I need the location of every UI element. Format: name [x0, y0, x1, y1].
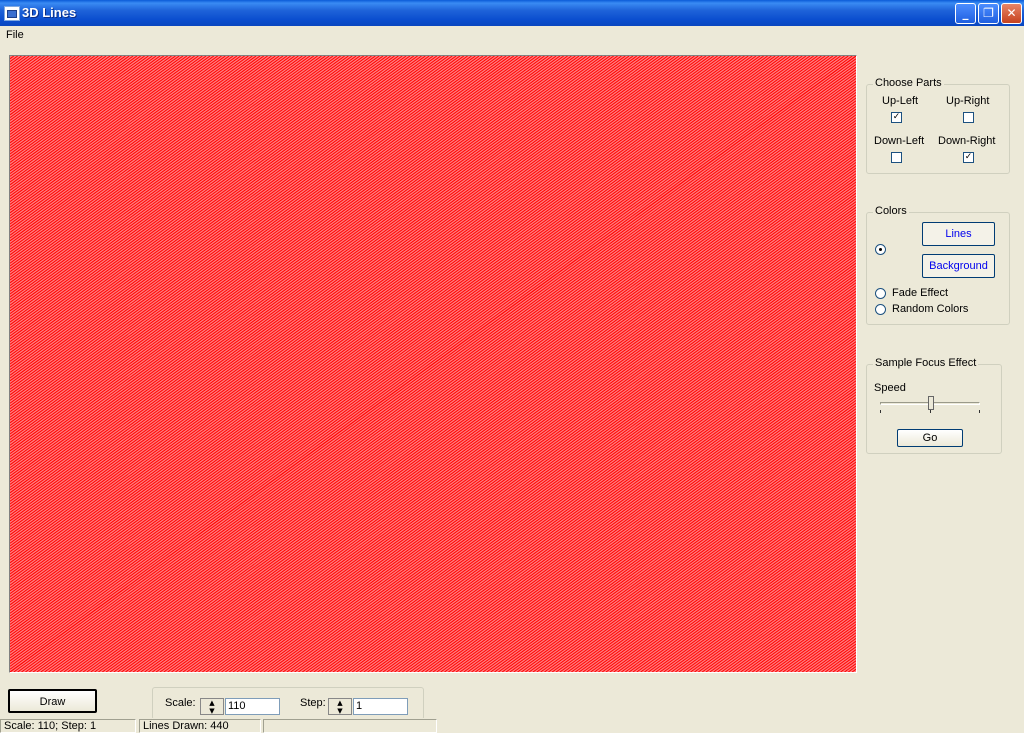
down-right-label: Down-Right	[938, 135, 996, 147]
status-lines-drawn: Lines Drawn: 440	[139, 719, 261, 733]
step-spinner[interactable]: ▲ ▼	[328, 698, 352, 715]
draw-button[interactable]: Draw	[8, 689, 97, 713]
close-icon: ✕	[1006, 6, 1017, 20]
scale-label: Scale:	[165, 697, 196, 709]
scale-spinner[interactable]: ▲ ▼	[200, 698, 224, 715]
menu-file[interactable]: File	[6, 29, 24, 41]
custom-colors-radio[interactable]	[875, 244, 886, 255]
status-scale-step: Scale: 110; Step: 1	[0, 719, 136, 733]
slider-tick	[930, 410, 931, 413]
colors-title: Colors	[873, 205, 909, 217]
down-left-checkbox[interactable]	[891, 152, 902, 163]
down-right-checkbox[interactable]: ✓	[963, 152, 974, 163]
slider-tick	[880, 410, 881, 413]
choose-parts-title: Choose Parts	[873, 77, 944, 89]
down-left-label: Down-Left	[874, 135, 925, 147]
step-label: Step:	[300, 697, 326, 709]
menu-bar: File	[0, 26, 1024, 44]
scale-input[interactable]: 110	[225, 698, 280, 715]
up-left-label: Up-Left	[882, 95, 919, 107]
window-title: 3D Lines	[22, 5, 77, 20]
close-button[interactable]: ✕	[1001, 3, 1022, 24]
speed-slider-thumb[interactable]	[928, 396, 934, 410]
background-color-button[interactable]: Background	[922, 254, 995, 278]
go-button[interactable]: Go	[897, 429, 963, 447]
focus-effect-title: Sample Focus Effect	[873, 357, 979, 369]
fade-effect-label: Fade Effect	[892, 287, 949, 299]
up-right-checkbox[interactable]	[963, 112, 974, 123]
line-art	[10, 56, 856, 672]
speed-label: Speed	[874, 382, 906, 394]
restore-icon: ❐	[983, 6, 994, 20]
fade-effect-radio[interactable]	[875, 288, 886, 299]
slider-tick	[979, 410, 980, 413]
title-bar: 3D Lines _ ❐ ✕	[0, 0, 1024, 26]
up-right-label: Up-Right	[946, 95, 990, 107]
status-bar: Scale: 110; Step: 1 Lines Drawn: 440	[0, 718, 1024, 733]
step-input[interactable]: 1	[353, 698, 408, 715]
drawing-canvas[interactable]	[9, 55, 857, 673]
restore-button[interactable]: ❐	[978, 3, 999, 24]
up-left-checkbox[interactable]: ✓	[891, 112, 902, 123]
minimize-icon: _	[962, 6, 969, 20]
lines-color-button[interactable]: Lines	[922, 222, 995, 246]
app-window-icon[interactable]	[4, 6, 20, 21]
minimize-button[interactable]: _	[955, 3, 976, 24]
status-empty-panel	[263, 719, 437, 733]
random-colors-radio[interactable]	[875, 304, 886, 315]
random-colors-label: Random Colors	[892, 303, 969, 315]
